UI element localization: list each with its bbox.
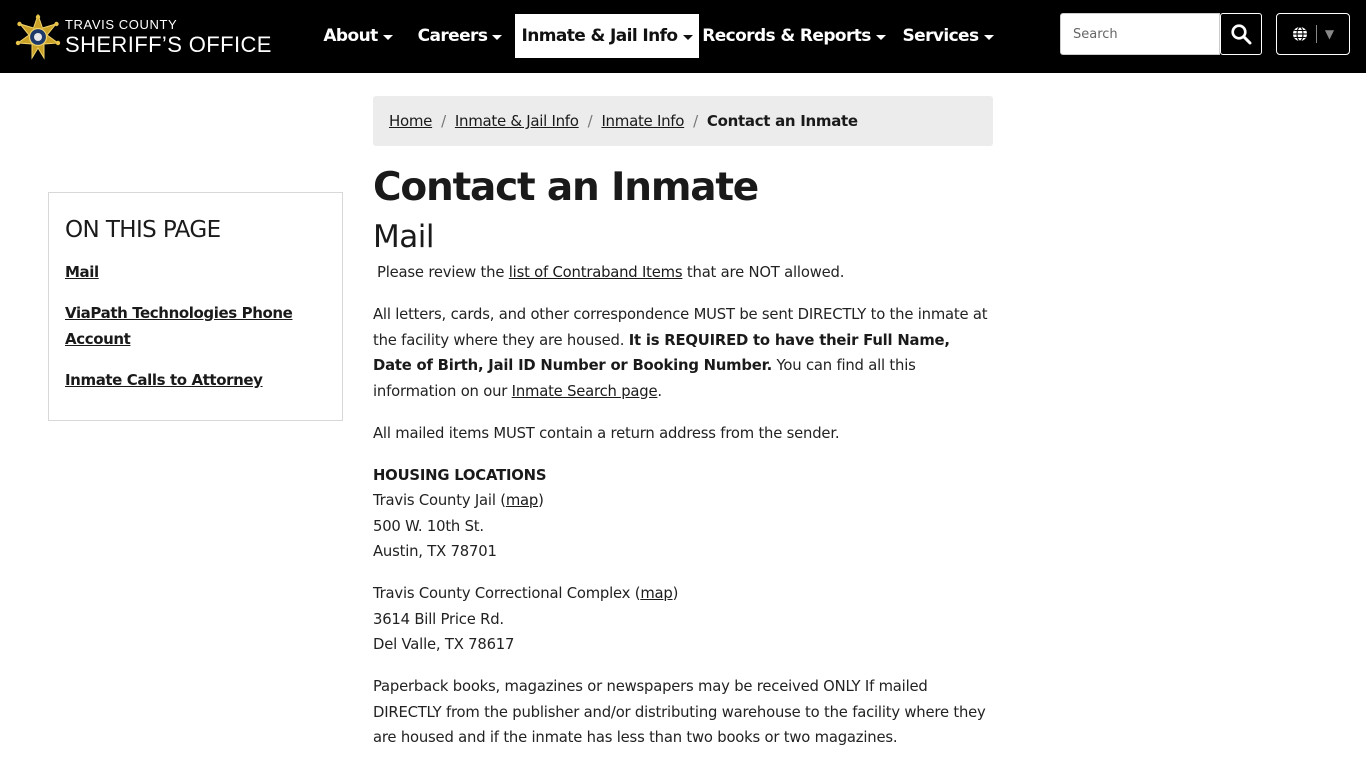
- toc-link-mail[interactable]: Mail: [65, 263, 99, 281]
- breadcrumb-home[interactable]: Home: [389, 112, 432, 130]
- complex-map-link[interactable]: map: [640, 585, 672, 602]
- breadcrumb: Home / Inmate & Jail Info / Inmate Info …: [373, 96, 993, 146]
- breadcrumb-inmate-jail-info[interactable]: Inmate & Jail Info: [455, 112, 579, 130]
- breadcrumb-separator: /: [693, 112, 698, 130]
- main-content: Contact an Inmate Mail Please review the…: [373, 160, 993, 767]
- search-input[interactable]: [1060, 13, 1220, 55]
- globe-icon: [1292, 26, 1307, 42]
- complex-city: Del Valle, TX 78617: [373, 636, 515, 653]
- complex-street: 3614 Bill Price Rd.: [373, 610, 504, 628]
- language-selector[interactable]: ▼: [1276, 13, 1350, 55]
- toc-link-attorney-calls[interactable]: Inmate Calls to Attorney: [65, 371, 263, 389]
- breadcrumb-current: Contact an Inmate: [706, 112, 858, 130]
- toc-item: Mail: [65, 259, 326, 285]
- jail-map-link[interactable]: map: [506, 492, 538, 509]
- search-icon: [1231, 24, 1252, 45]
- search-button[interactable]: [1220, 13, 1262, 55]
- caret-down-icon: [382, 34, 393, 40]
- nav-services-label: Services: [902, 26, 980, 46]
- nav-about[interactable]: About: [318, 14, 398, 58]
- text: ): [672, 585, 679, 602]
- section-title-mail: Mail: [373, 219, 434, 255]
- correctional-complex: Travis County Correctional Complex (map)…: [373, 581, 993, 658]
- breadcrumb-separator: /: [587, 112, 593, 130]
- jail-street: 500 W. 10th St.: [373, 517, 484, 535]
- housing-locations: HOUSING LOCATIONS Travis County Jail (ma…: [373, 463, 993, 565]
- text: ): [538, 492, 544, 509]
- toc-item: Inmate Calls to Attorney: [65, 367, 326, 393]
- language-divider: [1315, 25, 1317, 43]
- logo-text: TRAVIS COUNTY SHERIFF’S OFFICE: [65, 18, 272, 56]
- sheriff-star-icon: [15, 13, 61, 60]
- complex-name: Travis County Correctional Complex (: [373, 585, 641, 602]
- nav-careers[interactable]: Careers: [414, 14, 506, 58]
- breadcrumb-inmate-info[interactable]: Inmate Info: [601, 112, 684, 130]
- publications-paragraph: Paperback books, magazines or newspapers…: [373, 678, 986, 746]
- contraband-link[interactable]: list of Contraband Items: [509, 264, 683, 281]
- nav-inmate-jail-info-label: Inmate & Jail Info: [521, 26, 678, 46]
- jail-city: Austin, TX 78701: [373, 543, 497, 560]
- correspondence-paragraph: All letters, cards, and other correspond…: [373, 302, 993, 404]
- caret-down-icon: ▼: [1324, 27, 1335, 41]
- contraband-paragraph: Please review the list of Contraband Ite…: [373, 260, 993, 286]
- inmate-search-link[interactable]: Inmate Search page: [512, 383, 658, 400]
- on-this-page-list: Mail ViaPath Technologies Phone Account …: [65, 259, 326, 393]
- nav-careers-label: Careers: [417, 26, 488, 46]
- breadcrumb-separator: /: [441, 112, 446, 130]
- caret-down-icon: [492, 34, 503, 40]
- text: .: [657, 382, 662, 400]
- nav-services[interactable]: Services: [900, 14, 996, 58]
- on-this-page-panel: ON THIS PAGE Mail ViaPath Technologies P…: [48, 192, 343, 421]
- nav-about-label: About: [323, 26, 378, 46]
- nav-inmate-jail-info[interactable]: Inmate & Jail Info: [515, 14, 699, 58]
- jail-name: Travis County Jail (: [373, 492, 506, 509]
- on-this-page-title: ON THIS PAGE: [65, 217, 221, 243]
- nav-records-reports-label: Records & Reports: [702, 26, 871, 46]
- toc-link-viapath[interactable]: ViaPath Technologies Phone Account: [65, 304, 293, 348]
- return-address-paragraph: All mailed items MUST contain a return a…: [373, 424, 840, 442]
- site-logo[interactable]: TRAVIS COUNTY SHERIFF’S OFFICE: [14, 13, 274, 61]
- logo-office: SHERIFF’S OFFICE: [65, 32, 272, 57]
- text: that are NOT allowed.: [682, 264, 845, 281]
- page-title: Contact an Inmate: [373, 165, 759, 210]
- site-header: TRAVIS COUNTY SHERIFF’S OFFICE About Car…: [0, 0, 1366, 73]
- housing-heading: HOUSING LOCATIONS: [373, 466, 547, 484]
- nav-records-reports[interactable]: Records & Reports: [702, 14, 886, 58]
- caret-down-icon: [983, 34, 994, 40]
- caret-down-icon: [682, 34, 693, 40]
- caret-down-icon: [875, 34, 886, 40]
- toc-item: ViaPath Technologies Phone Account: [65, 300, 326, 352]
- logo-county: TRAVIS COUNTY: [65, 17, 178, 32]
- text: Please review the: [377, 264, 509, 281]
